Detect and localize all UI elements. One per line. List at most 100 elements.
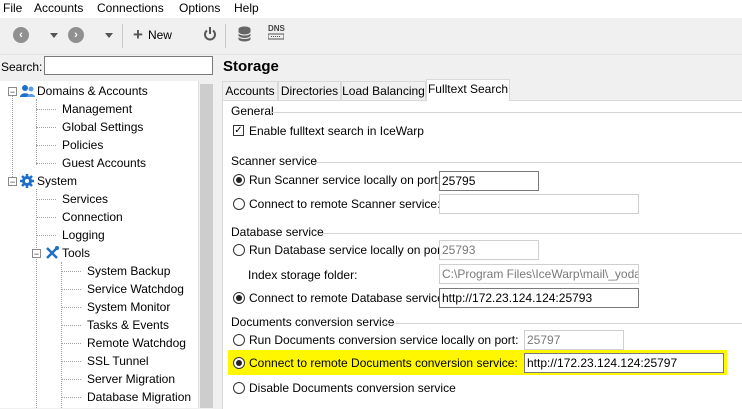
documents-remote-radio[interactable]	[233, 357, 245, 369]
tree-item-logging[interactable]: Logging	[62, 226, 105, 244]
database-remote-label: Connect to remote Database service:	[249, 291, 448, 305]
group-divider	[314, 162, 742, 163]
database-remote-radio[interactable]	[233, 292, 245, 304]
tree-connector	[61, 397, 81, 398]
power-icon	[204, 27, 216, 41]
tree-item-database-migration[interactable]: Database Migration	[87, 388, 191, 406]
group-divider	[272, 112, 742, 113]
database-icon	[238, 26, 251, 42]
tree-connector	[36, 217, 56, 218]
tree-connector	[61, 262, 62, 408]
menu-file[interactable]: File	[3, 1, 22, 15]
documents-disable-radio[interactable]	[233, 382, 245, 394]
forward-dropdown[interactable]	[105, 33, 113, 38]
power-button[interactable]	[203, 26, 217, 42]
tree-item-domains-accounts[interactable]: Domains & Accounts	[37, 82, 148, 100]
search-label: Search:	[1, 60, 43, 74]
tree-item-connection[interactable]: Connection	[62, 208, 123, 226]
tab-fulltext-search[interactable]: Fulltext Search	[426, 79, 510, 101]
menu-bar: File Accounts Connections Options Help	[0, 0, 742, 18]
scanner-local-label: Run Scanner service locally on port:	[249, 173, 442, 187]
tree-expander-system[interactable]: −	[8, 177, 17, 187]
tree-connector	[36, 127, 56, 128]
index-storage-folder-input[interactable]: C:\Program Files\IceWarp\mail\_yodaidx	[439, 264, 639, 284]
tree-connector	[61, 289, 81, 290]
group-divider	[319, 233, 742, 234]
index-storage-label: Index storage folder:	[248, 268, 358, 282]
users-icon	[20, 85, 35, 97]
toolbar: ‹ › + New DNS	[0, 18, 742, 55]
forward-button[interactable]: ›	[68, 27, 84, 43]
tree-item-system-monitor[interactable]: System Monitor	[87, 298, 170, 316]
enable-fulltext-checkbox[interactable]: ✓	[233, 125, 244, 136]
database-local-radio[interactable]	[233, 244, 245, 256]
tree-item-guest-accounts[interactable]: Guest Accounts	[62, 154, 146, 172]
scanner-group-title: Scanner service	[231, 154, 318, 168]
tree-item-management[interactable]: Management	[62, 100, 132, 118]
database-remote-url-input[interactable]: http://172.23.124.124:25793	[439, 288, 639, 308]
forward-arrow-icon: ›	[68, 27, 84, 43]
scanner-local-radio[interactable]	[233, 174, 245, 186]
menu-help[interactable]: Help	[234, 1, 259, 15]
search-input[interactable]	[44, 56, 213, 75]
dns-icon	[268, 33, 285, 40]
navigation-tree: − Domains & Accounts Management Global S…	[0, 81, 198, 408]
tree-item-ssl-tunnel[interactable]: SSL Tunnel	[87, 352, 149, 370]
documents-local-radio[interactable]	[233, 334, 245, 346]
tools-icon	[46, 246, 59, 259]
chevron-down-icon	[105, 33, 113, 38]
tab-accounts[interactable]: Accounts	[222, 81, 278, 100]
new-button-label: New	[147, 28, 172, 42]
tree-item-policies[interactable]: Policies	[62, 136, 103, 154]
tree-connector	[36, 199, 56, 200]
dns-button[interactable]: DNS	[268, 24, 285, 41]
dns-label: DNS	[268, 24, 285, 33]
tree-item-services[interactable]: Services	[62, 190, 108, 208]
tab-directories[interactable]: Directories	[278, 81, 341, 100]
plus-icon: +	[133, 25, 143, 44]
tree-item-service-watchdog[interactable]: Service Watchdog	[87, 280, 184, 298]
menu-accounts[interactable]: Accounts	[34, 1, 83, 15]
tree-connector	[36, 109, 56, 110]
enable-fulltext-label: Enable fulltext search in IceWarp	[249, 124, 424, 138]
chevron-down-icon	[50, 33, 58, 38]
tree-connector	[61, 379, 81, 380]
scanner-remote-label: Connect to remote Scanner service:	[249, 197, 441, 211]
tree-expander-tools[interactable]: −	[32, 249, 41, 259]
tree-connector	[36, 163, 56, 164]
general-group-title: General	[231, 104, 274, 118]
tree-item-tasks-events[interactable]: Tasks & Events	[87, 316, 169, 334]
tree-expander-domains[interactable]: −	[8, 87, 17, 97]
tab-load-balancing[interactable]: Load Balancing	[341, 81, 426, 100]
tree-connector	[61, 361, 81, 362]
documents-remote-label: Connect to remote Documents conversion s…	[249, 356, 518, 370]
tree-item-remote-watchdog[interactable]: Remote Watchdog	[87, 334, 186, 352]
menu-options[interactable]: Options	[179, 1, 220, 15]
database-local-port-input[interactable]: 25793	[439, 240, 539, 260]
tree-item-system[interactable]: System	[37, 172, 77, 190]
page-title: Storage	[223, 58, 279, 75]
scanner-local-port-input[interactable]: 25795	[439, 171, 539, 191]
database-group-title: Database service	[231, 225, 324, 239]
group-divider	[382, 323, 742, 324]
documents-local-port-input[interactable]: 25797	[524, 330, 624, 350]
tree-connector	[36, 145, 56, 146]
toolbar-separator	[225, 24, 226, 48]
new-button[interactable]: + New	[133, 25, 172, 44]
tree-item-server-migration[interactable]: Server Migration	[87, 370, 175, 388]
tree-item-system-backup[interactable]: System Backup	[87, 262, 170, 280]
scanner-remote-url-input[interactable]	[439, 194, 639, 214]
documents-disable-label: Disable Documents conversion service	[249, 381, 456, 395]
back-button[interactable]: ‹	[13, 27, 29, 43]
tree-item-tools[interactable]: Tools	[62, 244, 90, 262]
back-arrow-icon: ‹	[13, 27, 29, 43]
tree-item-global-settings[interactable]: Global Settings	[62, 118, 143, 136]
back-dropdown[interactable]	[50, 33, 58, 38]
scanner-remote-radio[interactable]	[233, 198, 245, 210]
menu-connections[interactable]: Connections	[97, 1, 164, 15]
database-button[interactable]	[238, 26, 251, 42]
tree-scrollbar-thumb[interactable]	[200, 84, 213, 408]
tree-connector	[61, 343, 81, 344]
gear-icon	[20, 174, 34, 188]
documents-remote-url-input[interactable]: http://172.23.124.124:25797	[524, 353, 724, 373]
